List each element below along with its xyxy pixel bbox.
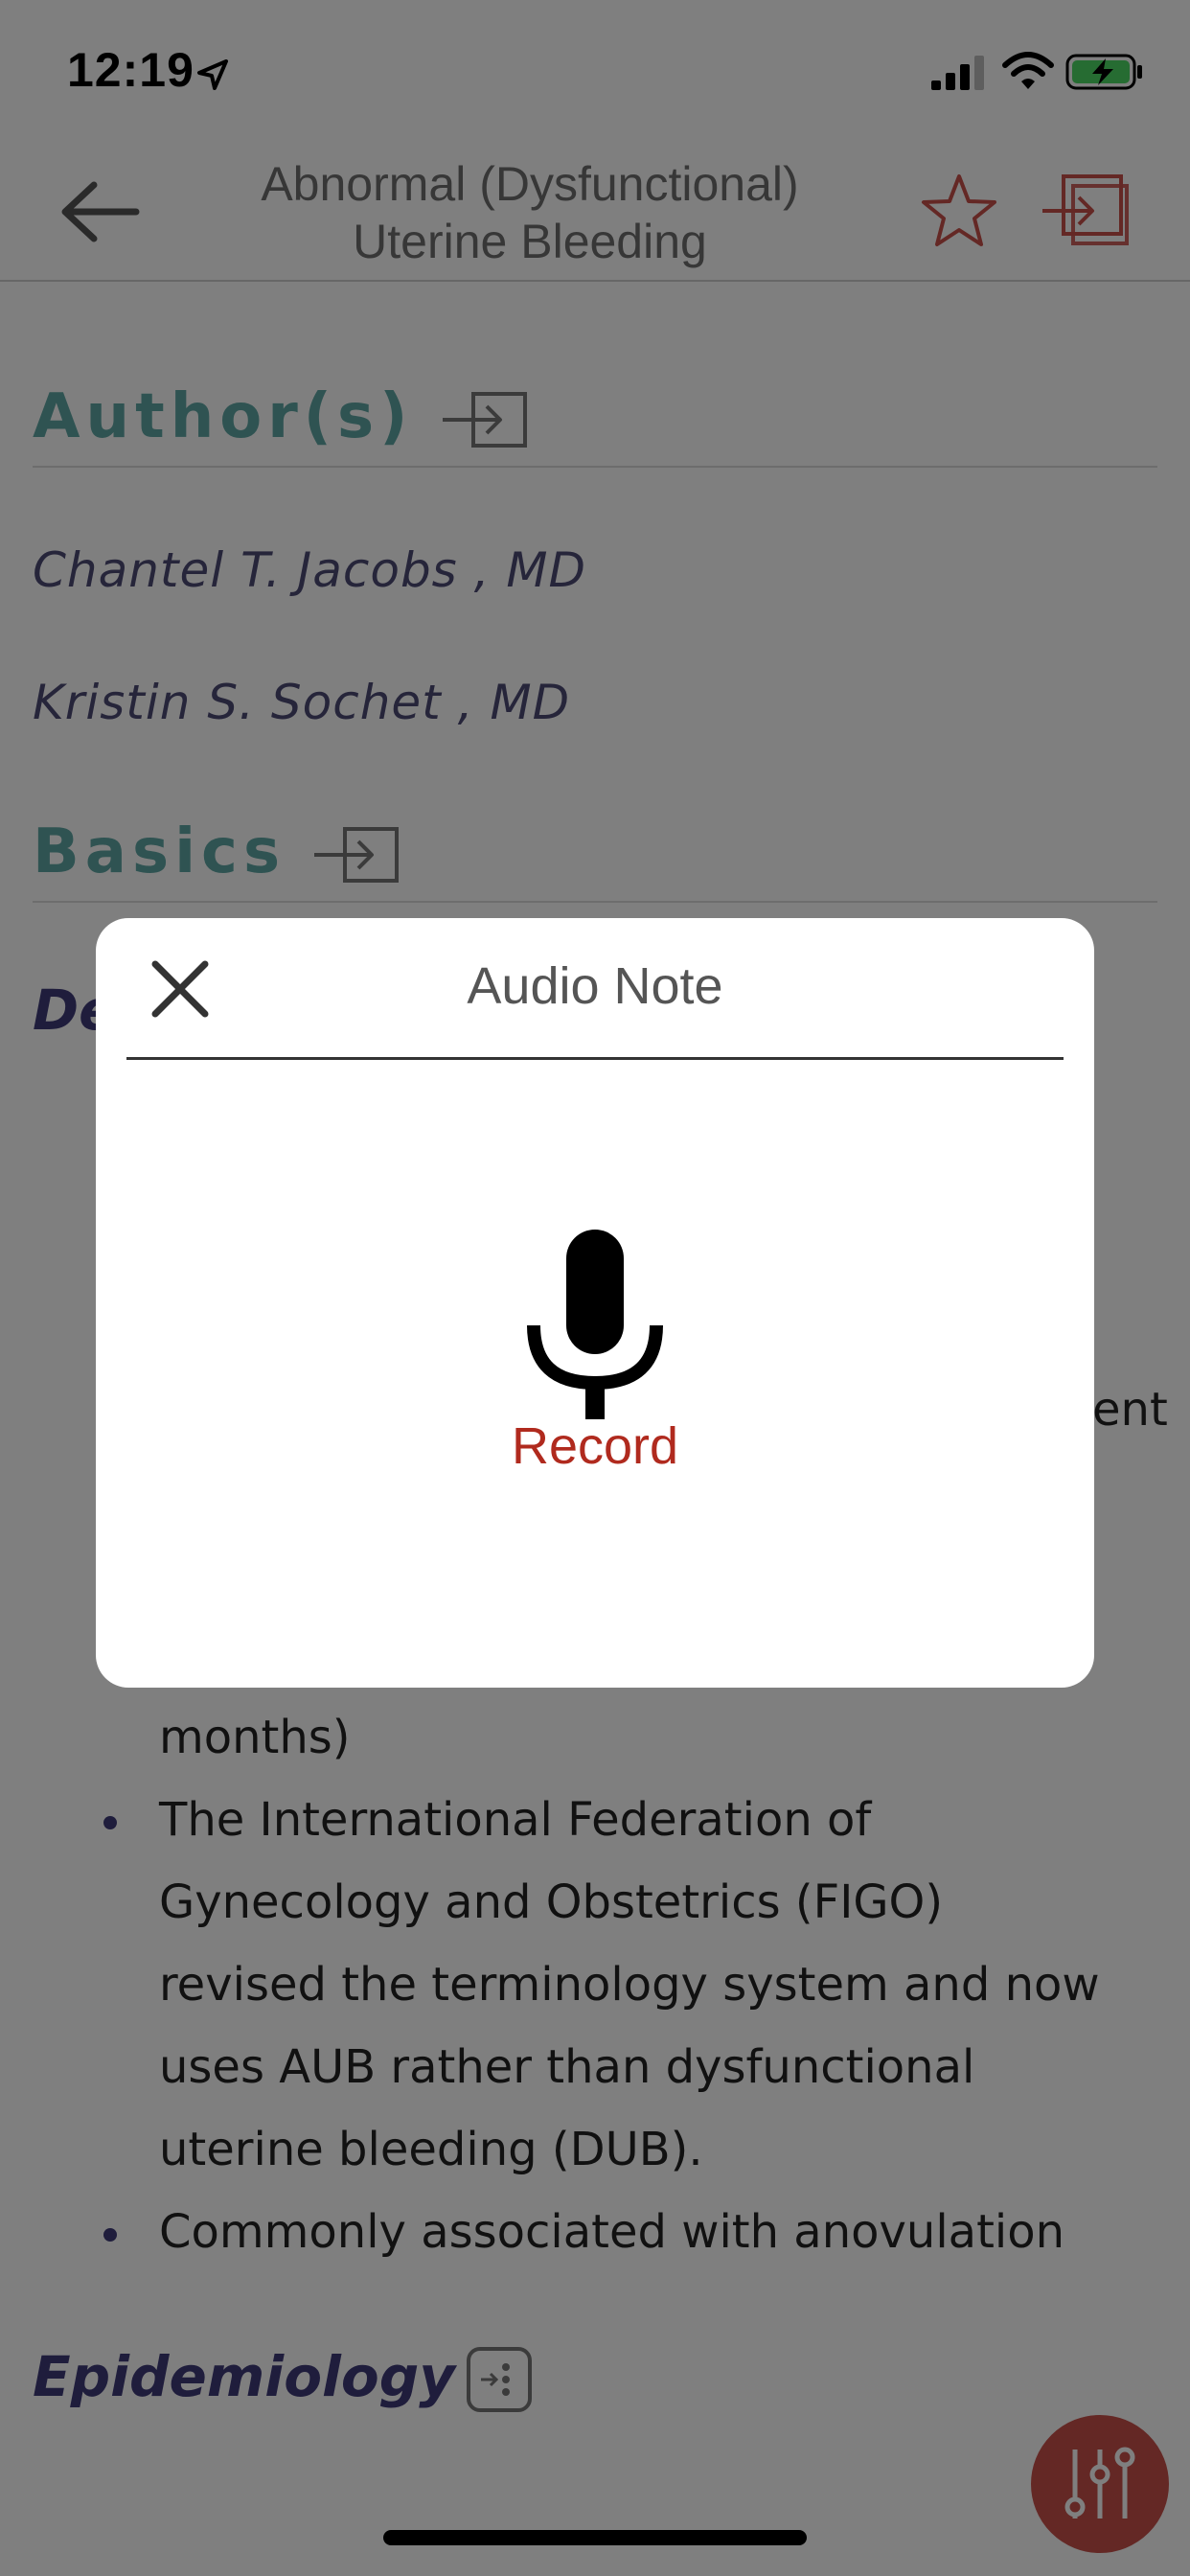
dialog-divider	[126, 1057, 1064, 1060]
audio-note-dialog: Audio Note Record	[96, 918, 1094, 1688]
screen: 12:19 Abnormal (Dysfunctional) U	[0, 0, 1190, 2576]
microphone-icon[interactable]	[524, 1230, 666, 1421]
record-button[interactable]: Record	[96, 1416, 1094, 1476]
dialog-title: Audio Note	[467, 957, 723, 1015]
home-indicator	[383, 2530, 807, 2545]
